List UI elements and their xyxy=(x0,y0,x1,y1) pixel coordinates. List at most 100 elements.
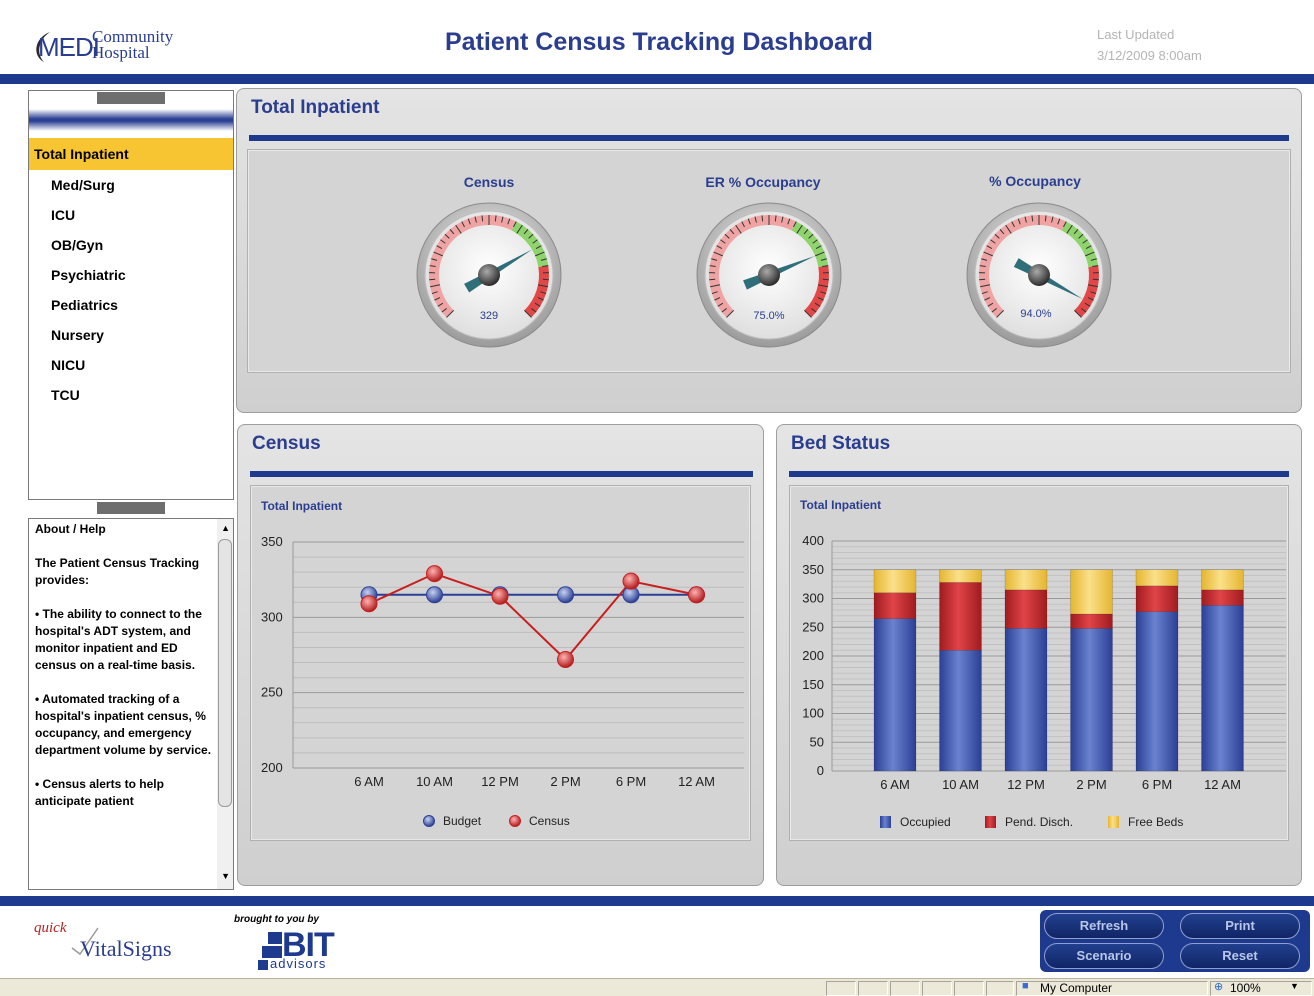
last-updated: Last Updated 3/12/2009 8:00am xyxy=(1097,24,1202,66)
status-cell xyxy=(922,981,952,996)
x-tick-label: 2 PM xyxy=(1076,777,1106,792)
sidebar-item-icu[interactable]: ICU xyxy=(29,200,233,230)
gauge-er-occupancy xyxy=(696,202,842,348)
bar-segment-occupied xyxy=(1135,611,1179,772)
status-cell xyxy=(986,981,1014,996)
gauge-er-occupancy-value: 75.0% xyxy=(753,310,785,322)
bar-segment-pend-disch- xyxy=(1201,589,1244,606)
y-tick-label: 350 xyxy=(261,534,283,549)
zoom-icon[interactable]: ⊕ xyxy=(1214,980,1223,993)
gauge-tick xyxy=(1044,215,1047,222)
dashboard-app: MEDI Community Hospital Patient Census T… xyxy=(0,0,1314,996)
panel-rule xyxy=(249,135,1289,141)
census-chart-area: Total Inpatient 200 250 300 350 6 AM 10 AM 12 … xyxy=(250,485,751,841)
x-tick-label: 12 AM xyxy=(1204,777,1241,792)
y-tick-label: 150 xyxy=(802,677,824,692)
y-tick-label: 50 xyxy=(810,734,824,749)
bar-segment-free-beds xyxy=(939,569,982,583)
status-cell xyxy=(826,981,856,996)
data-point-budget xyxy=(557,586,574,604)
x-tick-label: 2 PM xyxy=(550,774,580,789)
x-tick-label: 10 AM xyxy=(416,774,453,789)
bar-segment-occupied xyxy=(1004,628,1048,772)
gauge-tick xyxy=(1031,215,1034,222)
help-scrollbar[interactable]: ▲ ▼ xyxy=(217,519,233,889)
data-point-census xyxy=(557,651,574,669)
x-tick-label: 6 PM xyxy=(1142,777,1172,792)
sidebar-scroll-grip-bottom[interactable] xyxy=(97,502,165,514)
help-panel: About / Help The Patient Census Tracking… xyxy=(28,518,234,890)
bit-advisors-logo: BIT advisors xyxy=(258,926,358,972)
help-text: About / Help The Patient Census Tracking… xyxy=(35,521,215,827)
x-tick-label: 10 AM xyxy=(942,777,979,792)
scroll-down-icon[interactable]: ▼ xyxy=(221,871,230,881)
legend-label-pend-disch-: Pend. Disch. xyxy=(1005,815,1073,829)
y-tick-label: 100 xyxy=(802,706,824,721)
scenario-button[interactable]: Scenario xyxy=(1044,943,1164,969)
sidebar-scroll-grip-top[interactable] xyxy=(97,92,165,104)
help-scroll-thumb[interactable] xyxy=(218,539,232,807)
status-cell xyxy=(890,981,920,996)
x-tick-label: 6 PM xyxy=(616,774,646,789)
help-bullet-1: • The ability to connect to the hospital… xyxy=(35,607,202,672)
gauge-census xyxy=(416,202,562,348)
sidebar-header-strip xyxy=(29,109,233,131)
refresh-button[interactable]: Refresh xyxy=(1044,913,1164,939)
legend-label-census: Census xyxy=(529,814,570,828)
data-point-budget xyxy=(426,586,443,604)
bar-segment-pend-disch- xyxy=(1135,585,1179,612)
last-updated-value: 3/12/2009 8:00am xyxy=(1097,48,1202,63)
legend-marker-census xyxy=(509,815,521,827)
browser-status-bar: ■ My Computer ⊕ 100% ▼ xyxy=(0,978,1314,996)
data-point-census xyxy=(360,595,378,613)
census-panel: Census Total Inpatient 200 250 300 350 6 AM 1… xyxy=(237,424,764,886)
data-point-census xyxy=(426,565,443,583)
bar-segment-occupied xyxy=(1201,605,1244,772)
gauge-er-occupancy-label: ER % Occupancy xyxy=(705,174,821,190)
zoom-dropdown-icon[interactable]: ▼ xyxy=(1290,981,1299,991)
sidebar-item-pediatrics[interactable]: Pediatrics xyxy=(29,290,233,320)
help-bullet-3: • Census alerts to help anticipate patie… xyxy=(35,777,164,808)
gauge-hub xyxy=(478,264,500,286)
x-tick-label: 12 AM xyxy=(678,774,715,789)
sidebar-item-psychiatric[interactable]: Psychiatric xyxy=(29,260,233,290)
sidebar-item-med-surg[interactable]: Med/Surg xyxy=(29,170,233,200)
bed-chart-area: Total Inpatient 0 50 100 150 200 250 300 350 400… xyxy=(789,485,1289,841)
sidebar-item-total-inpatient[interactable]: Total Inpatient xyxy=(29,138,233,170)
gauge-tick xyxy=(761,215,764,222)
bar-segment-pend-disch- xyxy=(1004,589,1048,629)
y-tick-label: 300 xyxy=(261,609,283,624)
sidebar-item-ob-gyn[interactable]: OB/Gyn xyxy=(29,230,233,260)
gauge-occupancy xyxy=(966,202,1112,348)
bar-segment-occupied xyxy=(873,618,917,772)
status-cell xyxy=(858,981,888,996)
reset-button[interactable]: Reset xyxy=(1180,943,1300,969)
sidebar: Total Inpatient Med/Surg ICU OB/Gyn Psychiat… xyxy=(28,90,234,514)
panel-rule xyxy=(789,471,1289,477)
gauge-census-label: Census xyxy=(463,174,515,190)
legend-marker-pend-disch- xyxy=(985,816,996,828)
bed-status-title: Bed Status xyxy=(791,433,891,454)
series-line-census xyxy=(368,572,697,661)
legend-label-occupied: Occupied xyxy=(900,815,951,829)
census-line-chart: 200 250 300 350 6 AM 10 AM 12 PM 2 PM 6 PM 12 AM B… xyxy=(261,534,744,828)
sidebar-item-nicu[interactable]: NICU xyxy=(29,350,233,380)
total-inpatient-title: Total Inpatient xyxy=(251,97,380,118)
gauge-census-value: 329 xyxy=(479,310,499,322)
sidebar-item-tcu[interactable]: TCU xyxy=(29,380,233,410)
print-button[interactable]: Print xyxy=(1180,913,1300,939)
logo-advisors: advisors xyxy=(270,956,327,971)
page-title: Patient Census Tracking Dashboard xyxy=(445,28,873,56)
scroll-up-icon[interactable]: ▲ xyxy=(221,523,230,533)
header-divider xyxy=(0,74,1314,84)
bar-segment-free-beds xyxy=(1135,569,1179,587)
x-tick-label: 6 AM xyxy=(880,777,910,792)
gauges-area: Census ER % Occupancy % Occupancy 329 75… xyxy=(247,149,1291,373)
logo-vitalsigns: VitalSigns xyxy=(80,936,172,961)
sidebar-item-nursery[interactable]: Nursery xyxy=(29,320,233,350)
help-title: About / Help xyxy=(35,522,106,536)
header: MEDI Community Hospital Patient Census T… xyxy=(0,0,1314,84)
gauge-tick xyxy=(481,215,484,222)
zoom-level[interactable]: 100% xyxy=(1230,981,1261,995)
y-tick-label: 200 xyxy=(261,760,283,775)
